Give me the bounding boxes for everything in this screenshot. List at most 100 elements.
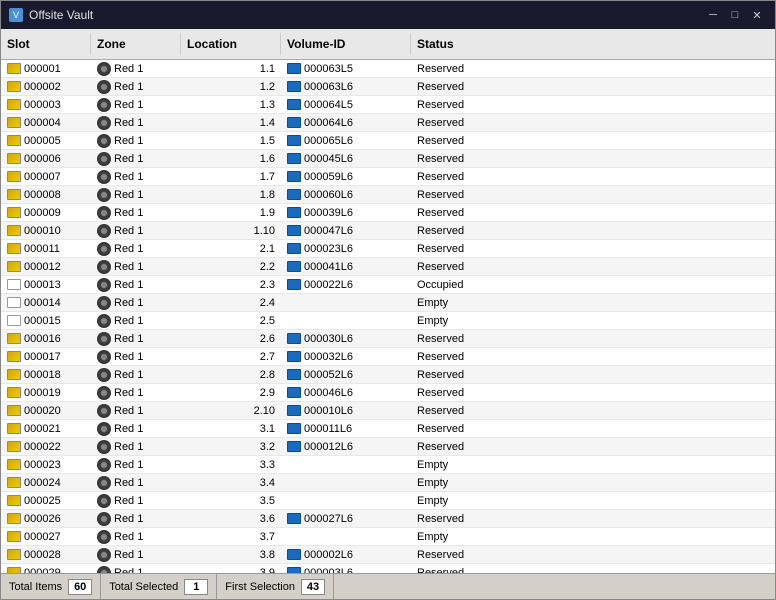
- cell-volume-id: [281, 302, 411, 304]
- zone-icon: [97, 404, 111, 418]
- table-row[interactable]: 000020Red 12.10000010L6Reserved: [1, 402, 775, 420]
- tape-slot-icon: [7, 351, 21, 362]
- tape-icon: [287, 243, 301, 254]
- cell-slot: 000014: [1, 296, 91, 310]
- zone-name: Red 1: [114, 333, 143, 345]
- table-row[interactable]: 000026Red 13.6000027L6Reserved: [1, 510, 775, 528]
- table-row[interactable]: 000024Red 13.4Empty: [1, 474, 775, 492]
- table-row[interactable]: 000012Red 12.2000041L6Reserved: [1, 258, 775, 276]
- table-row[interactable]: 000002Red 11.2000063L6Reserved: [1, 78, 775, 96]
- tape-slot-icon: [7, 63, 21, 74]
- cell-status: Reserved: [411, 116, 531, 130]
- tape-slot-icon: [7, 495, 21, 506]
- slot-number: 000018: [24, 369, 61, 381]
- zone-icon: [97, 260, 111, 274]
- cell-status: Reserved: [411, 440, 531, 454]
- slot-number: 000013: [24, 279, 61, 291]
- slot-number: 000026: [24, 513, 61, 525]
- table-row[interactable]: 000014Red 12.4Empty: [1, 294, 775, 312]
- cell-status: Reserved: [411, 242, 531, 256]
- cell-status: Reserved: [411, 350, 531, 364]
- col-header-location[interactable]: Location: [181, 33, 281, 55]
- cell-volume-id: [281, 464, 411, 466]
- cell-volume-id: 000064L5: [281, 98, 411, 112]
- cell-volume-id: 000012L6: [281, 440, 411, 454]
- cell-location: 1.9: [181, 206, 281, 220]
- slot-number: 000010: [24, 225, 61, 237]
- minimize-button[interactable]: ─: [703, 6, 723, 24]
- cell-status: Reserved: [411, 188, 531, 202]
- cell-location: 3.6: [181, 512, 281, 526]
- table-row[interactable]: 000028Red 13.8000002L6Reserved: [1, 546, 775, 564]
- volume-id-text: 000047L6: [304, 225, 353, 237]
- col-header-slot[interactable]: Slot: [1, 33, 91, 55]
- cell-slot: 000005: [1, 134, 91, 148]
- cell-volume-id: [281, 320, 411, 322]
- zone-icon: [97, 116, 111, 130]
- table-row[interactable]: 000013Red 12.3000022L6Occupied: [1, 276, 775, 294]
- cell-slot: 000002: [1, 80, 91, 94]
- cell-zone: Red 1: [91, 331, 181, 347]
- col-header-status[interactable]: Status: [411, 33, 531, 55]
- volume-id-text: 000060L6: [304, 189, 353, 201]
- table-row[interactable]: 000025Red 13.5Empty: [1, 492, 775, 510]
- cell-location: 3.5: [181, 494, 281, 508]
- cell-status: Reserved: [411, 224, 531, 238]
- table-row[interactable]: 000023Red 13.3Empty: [1, 456, 775, 474]
- table-row[interactable]: 000010Red 11.10000047L6Reserved: [1, 222, 775, 240]
- cell-location: 2.5: [181, 314, 281, 328]
- cell-status: Reserved: [411, 548, 531, 562]
- close-button[interactable]: ✕: [747, 6, 767, 24]
- tape-icon: [287, 81, 301, 92]
- zone-icon: [97, 368, 111, 382]
- table-body[interactable]: 000001Red 11.1000063L5Reserved000002Red …: [1, 60, 775, 573]
- cell-volume-id: 000003L6: [281, 566, 411, 574]
- zone-name: Red 1: [114, 405, 143, 417]
- cell-volume-id: [281, 500, 411, 502]
- cell-location: 1.1: [181, 62, 281, 76]
- table-row[interactable]: 000007Red 11.7000059L6Reserved: [1, 168, 775, 186]
- table-row[interactable]: 000021Red 13.1000011L6Reserved: [1, 420, 775, 438]
- cell-slot: 000020: [1, 404, 91, 418]
- table-row[interactable]: 000011Red 12.1000023L6Reserved: [1, 240, 775, 258]
- cell-status: Empty: [411, 494, 531, 508]
- table-row[interactable]: 000018Red 12.8000052L6Reserved: [1, 366, 775, 384]
- table-row[interactable]: 000003Red 11.3000064L5Reserved: [1, 96, 775, 114]
- table-row[interactable]: 000009Red 11.9000039L6Reserved: [1, 204, 775, 222]
- cell-status: Empty: [411, 530, 531, 544]
- table-row[interactable]: 000027Red 13.7Empty: [1, 528, 775, 546]
- cell-zone: Red 1: [91, 511, 181, 527]
- table-row[interactable]: 000015Red 12.5Empty: [1, 312, 775, 330]
- cell-volume-id: 000046L6: [281, 386, 411, 400]
- table-row[interactable]: 000016Red 12.6000030L6Reserved: [1, 330, 775, 348]
- zone-name: Red 1: [114, 459, 143, 471]
- col-header-zone[interactable]: Zone: [91, 33, 181, 55]
- tape-icon: [287, 333, 301, 344]
- volume-id-text: 000002L6: [304, 549, 353, 561]
- tape-icon: [287, 153, 301, 164]
- zone-name: Red 1: [114, 423, 143, 435]
- maximize-button[interactable]: □: [725, 6, 745, 24]
- table-row[interactable]: 000017Red 12.7000032L6Reserved: [1, 348, 775, 366]
- cell-volume-id: 000065L6: [281, 134, 411, 148]
- zone-name: Red 1: [114, 351, 143, 363]
- table-row[interactable]: 000022Red 13.2000012L6Reserved: [1, 438, 775, 456]
- table-row[interactable]: 000005Red 11.5000065L6Reserved: [1, 132, 775, 150]
- table-row[interactable]: 000004Red 11.4000064L6Reserved: [1, 114, 775, 132]
- cell-zone: Red 1: [91, 223, 181, 239]
- cell-volume-id: 000023L6: [281, 242, 411, 256]
- table-row[interactable]: 000001Red 11.1000063L5Reserved: [1, 60, 775, 78]
- table-row[interactable]: 000006Red 11.6000045L6Reserved: [1, 150, 775, 168]
- cell-location: 2.6: [181, 332, 281, 346]
- table-row[interactable]: 000029Red 13.9000003L6Reserved: [1, 564, 775, 573]
- zone-name: Red 1: [114, 495, 143, 507]
- tape-slot-icon: [7, 387, 21, 398]
- col-header-volume-id[interactable]: Volume-ID: [281, 33, 411, 55]
- table-row[interactable]: 000008Red 11.8000060L6Reserved: [1, 186, 775, 204]
- cell-location: 2.8: [181, 368, 281, 382]
- cell-zone: Red 1: [91, 349, 181, 365]
- tape-slot-icon: [7, 117, 21, 128]
- cell-zone: Red 1: [91, 151, 181, 167]
- zone-icon: [97, 134, 111, 148]
- table-row[interactable]: 000019Red 12.9000046L6Reserved: [1, 384, 775, 402]
